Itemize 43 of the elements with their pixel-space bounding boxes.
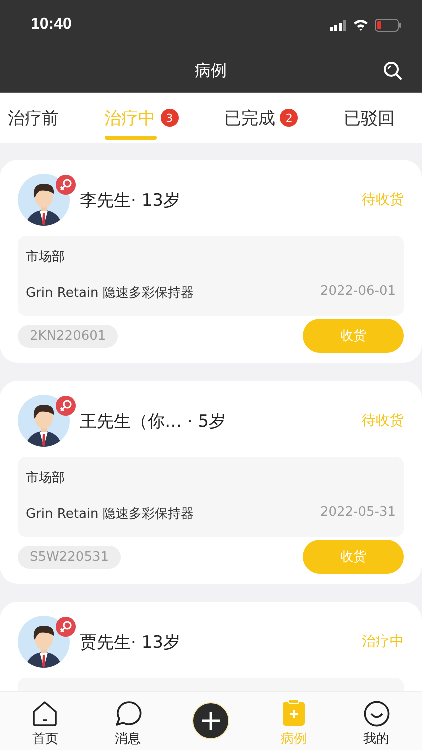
female-icon: [56, 617, 76, 637]
home-icon: [32, 701, 58, 727]
female-icon: [56, 175, 76, 195]
clock: 10:40: [31, 16, 72, 34]
avatar: [18, 395, 70, 447]
tab-bar-item[interactable]: 首页: [15, 701, 76, 748]
product-name: Grin Retain 隐速多彩保持器: [26, 285, 194, 302]
case-status: 治疗中: [362, 633, 404, 651]
tab[interactable]: 已完成 2: [224, 93, 298, 143]
date: 2022-06-01: [320, 284, 396, 301]
department: 市场部: [26, 249, 66, 266]
count-badge: 3: [160, 109, 179, 127]
case-code: S5W220531: [18, 546, 122, 568]
patient-name: 贾先生· 13岁: [80, 632, 182, 654]
patient-name: 王先生（你… · 5岁: [80, 410, 228, 432]
tab-bar-item[interactable]: 我的: [346, 701, 407, 748]
female-icon: [56, 396, 76, 416]
case-card[interactable]: 王先生（你… · 5岁 待收货 市场部 Grin Retain 隐速多彩保持器 2022-05-31 S5W220531 收货: [0, 381, 422, 584]
date: 2022-05-31: [320, 505, 396, 522]
product-name: Grin Retain 隐速多彩保持器: [26, 506, 194, 523]
battery-icon: [375, 18, 402, 32]
tab[interactable]: 治疗前: [8, 93, 59, 143]
tab[interactable]: 治疗中 3: [104, 93, 179, 143]
signal-icon: [330, 20, 347, 30]
case-status: 待收货: [362, 191, 404, 209]
count-badge: 2: [280, 109, 298, 127]
page-title: 病例: [195, 60, 227, 82]
add-icon: [192, 702, 230, 740]
case-card[interactable]: 李先生· 13岁 待收货 市场部 Grin Retain 隐速多彩保持器 2022-06-01 2KN220601 收货: [0, 160, 422, 363]
smile-icon: [364, 701, 390, 727]
avatar: [18, 616, 70, 668]
tab[interactable]: 已驳回: [344, 93, 395, 143]
department: 市场部: [26, 470, 66, 487]
case-card[interactable]: 贾先生· 13岁 治疗中: [0, 602, 422, 691]
case-status: 待收货: [362, 412, 404, 430]
avatar: [18, 174, 70, 226]
patient-name: 李先生· 13岁: [80, 190, 182, 212]
search-icon[interactable]: [383, 61, 403, 81]
wifi-icon: [353, 19, 369, 31]
case-code: 2KN220601: [18, 324, 118, 348]
clipboard-icon: [282, 699, 306, 727]
chat-icon: [114, 701, 142, 727]
tab-bar-item[interactable]: 消息: [98, 701, 158, 748]
